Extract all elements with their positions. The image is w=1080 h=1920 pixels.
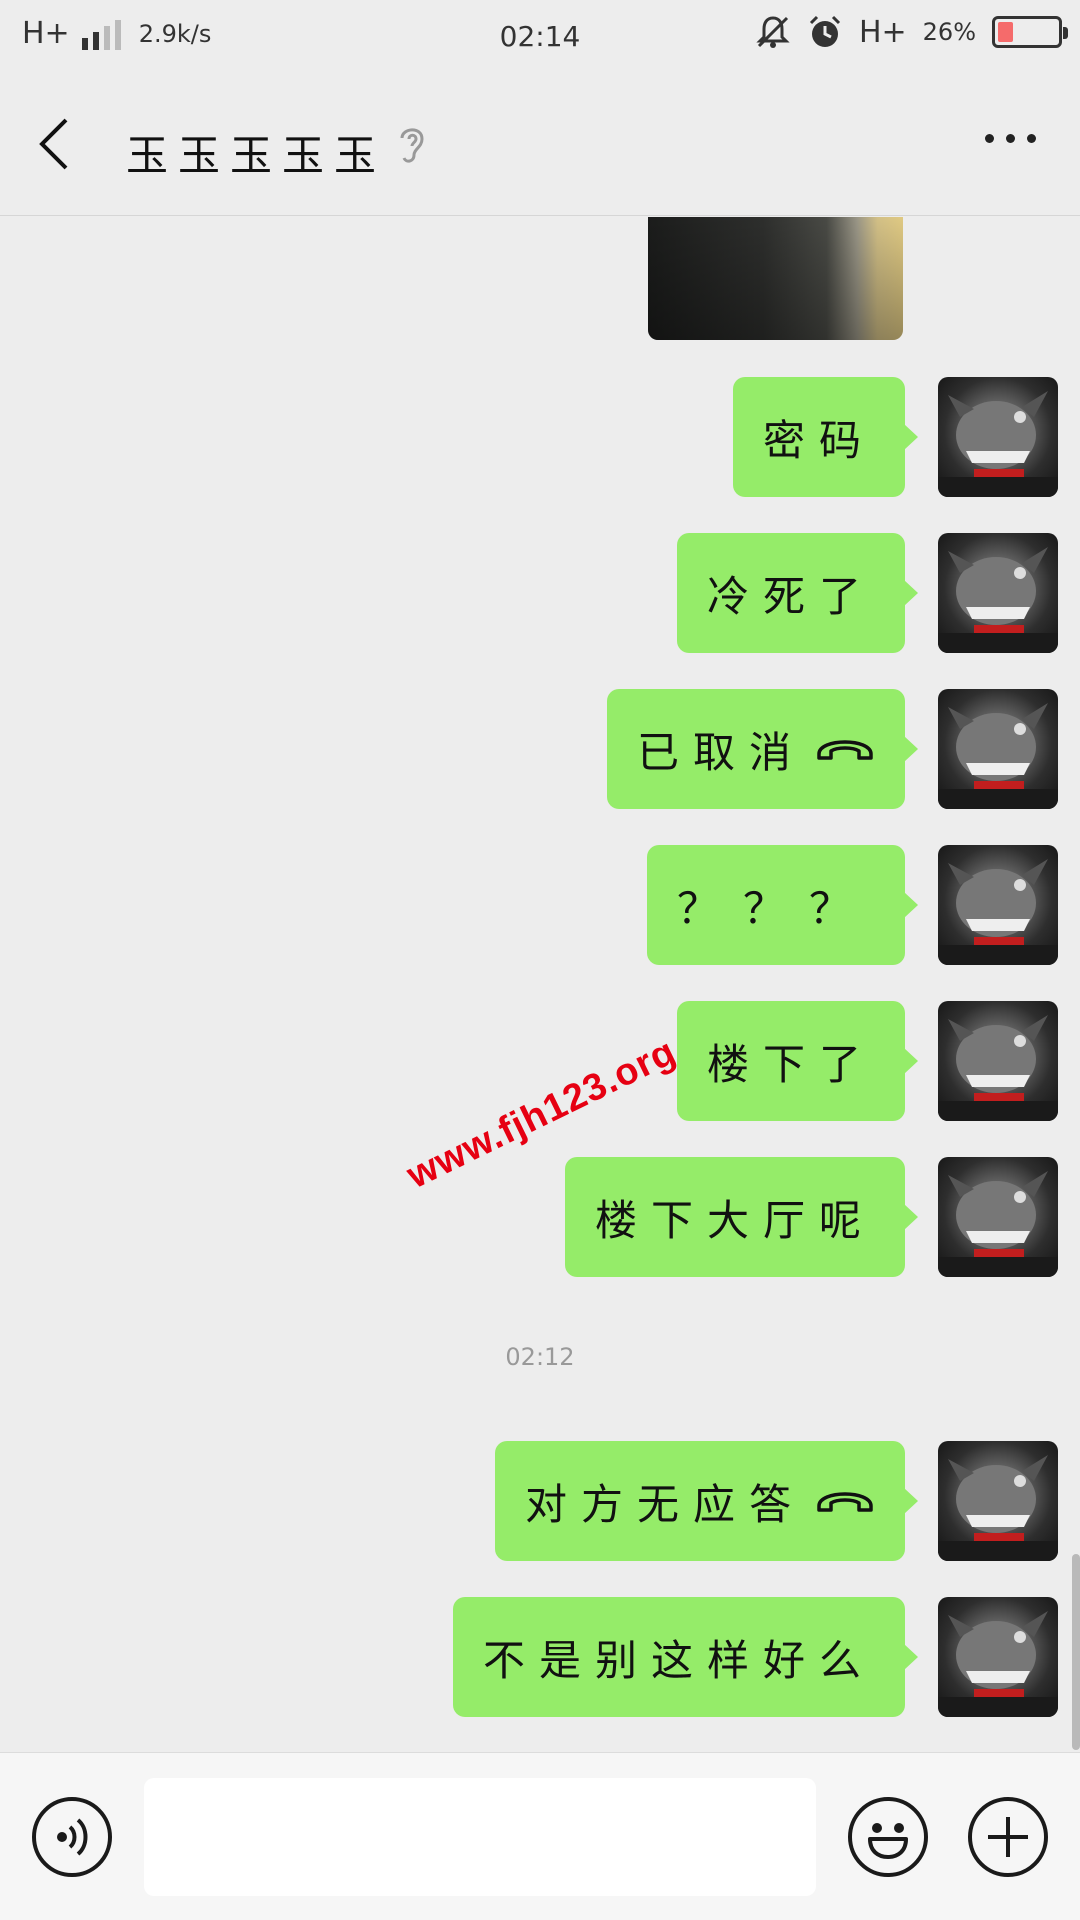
message-row: 楼下了: [676, 1001, 1058, 1121]
status-right: H+ 26%: [755, 14, 1068, 50]
message-text: 楼下大厅呢: [594, 1195, 875, 1245]
message-input[interactable]: [144, 1778, 816, 1896]
message-row: 对方无应答: [494, 1441, 1058, 1561]
message-bubble[interactable]: 楼下了: [676, 1001, 919, 1121]
message-text: 对方无应答: [524, 1479, 805, 1529]
message-row: 冷死了: [676, 533, 1058, 653]
mute-bell-icon: [755, 14, 791, 50]
message-bubble[interactable]: 楼下大厅呢: [564, 1157, 919, 1277]
chat-title: 玉玉玉玉玉: [126, 131, 387, 180]
emoji-button[interactable]: [848, 1797, 928, 1877]
battery-percent: 26%: [922, 18, 976, 46]
scrollbar[interactable]: [1072, 1554, 1080, 1750]
call-bubble[interactable]: 已取消: [606, 689, 919, 809]
message-text: 冷死了: [706, 571, 875, 621]
image-message[interactable]: [648, 217, 903, 340]
message-bubble[interactable]: 密码: [732, 377, 919, 497]
message-text: 楼下了: [706, 1039, 875, 1089]
status-bar: H+ 2.9k/s 02:14 H+ 26%: [0, 0, 1080, 72]
back-button[interactable]: [36, 114, 86, 174]
back-arrow-icon: [39, 118, 68, 170]
avatar[interactable]: [938, 689, 1058, 809]
phone-hangup-icon: [815, 725, 875, 774]
more-dot: [1027, 134, 1036, 143]
avatar[interactable]: [938, 377, 1058, 497]
message-text: 已取消: [636, 727, 805, 777]
plus-button[interactable]: [968, 1797, 1048, 1877]
battery-icon: [992, 16, 1068, 48]
message-timestamp: 02:12: [505, 1343, 575, 1371]
alarm-icon: [807, 14, 843, 50]
more-button[interactable]: [985, 134, 1036, 143]
avatar[interactable]: [938, 1441, 1058, 1561]
message-bubble[interactable]: ？？？: [646, 845, 919, 965]
avatar[interactable]: [938, 1001, 1058, 1121]
message-row: 已取消: [606, 689, 1058, 809]
avatar[interactable]: [938, 1597, 1058, 1717]
voice-button[interactable]: [32, 1797, 112, 1877]
message-bubble[interactable]: 冷死了: [676, 533, 919, 653]
message-row: 密码: [732, 377, 1058, 497]
avatar[interactable]: [938, 845, 1058, 965]
message-row: 楼下大厅呢: [564, 1157, 1058, 1277]
message-row: ？？？: [646, 845, 1058, 965]
more-dot: [985, 134, 994, 143]
message-text: 密码: [762, 415, 875, 465]
message-text: 不是别这样好么: [482, 1635, 875, 1685]
avatar[interactable]: [938, 533, 1058, 653]
chat-history[interactable]: 密码 冷死了 已取消 ？？？ 楼下了 楼下大厅呢 02:12 对方无应答 不是别…: [0, 217, 1080, 1752]
emoji-icon: [868, 1823, 908, 1859]
ear-icon: [394, 122, 428, 170]
avatar[interactable]: [938, 1157, 1058, 1277]
message-text: ？？？: [676, 883, 875, 933]
chat-header: 玉玉玉玉玉: [0, 72, 1080, 216]
network-type-secondary: H+: [858, 14, 907, 50]
battery-fill: [998, 22, 1014, 42]
more-dot: [1006, 134, 1015, 143]
message-bubble[interactable]: 不是别这样好么: [452, 1597, 919, 1717]
phone-hangup-icon: [815, 1477, 875, 1526]
input-bar: [0, 1752, 1080, 1920]
plus-icon: [988, 1817, 1028, 1857]
voice-icon: [57, 1818, 88, 1856]
message-row: 不是别这样好么: [452, 1597, 1058, 1717]
call-bubble[interactable]: 对方无应答: [494, 1441, 919, 1561]
